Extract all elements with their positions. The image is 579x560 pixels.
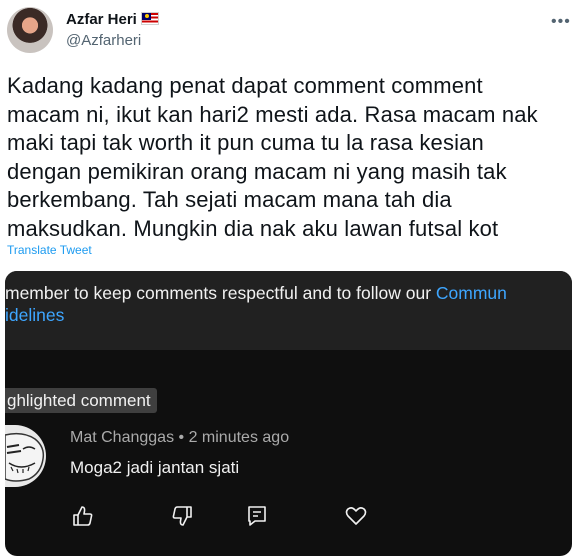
guidelines-text: member to keep comments respectful and t…	[5, 283, 436, 303]
comment-guidelines-banner: member to keep comments respectful and t…	[5, 271, 572, 350]
avatar[interactable]	[7, 7, 53, 53]
tweet-text-line: maki tapi tak worth it pun cuma tu la ra…	[7, 130, 484, 155]
tweet-text-line: macam ni, ikut kan hari2 mesti ada. Rasa…	[7, 101, 538, 127]
like-icon[interactable]	[71, 504, 95, 528]
meta-separator: •	[178, 429, 185, 446]
dislike-icon[interactable]	[170, 504, 194, 528]
translate-tweet-link[interactable]: Translate Tweet	[7, 243, 92, 257]
comment-time: 2 minutes ago	[188, 429, 290, 446]
commenter-avatar	[5, 425, 46, 487]
user-handle[interactable]: @Azfarheri	[66, 32, 141, 49]
reply-icon[interactable]	[245, 504, 269, 528]
malaysia-flag-icon	[141, 12, 159, 25]
tweet-text-line: berkembang. Tah sejati macam mana tah di…	[7, 187, 452, 212]
tweet-text-line: maksudkan. Mungkin dia nak aku lawan fut…	[7, 215, 499, 241]
tweet-text-line: dengan pemikiran orang macam ni yang mas…	[7, 158, 507, 184]
more-options-icon[interactable]: •••	[551, 13, 571, 31]
comment-text: Moga2 jadi jantan sjati	[70, 458, 240, 477]
attached-screenshot[interactable]: member to keep comments respectful and t…	[5, 271, 572, 556]
guidelines-link: Commun	[435, 283, 507, 303]
guidelines-link-continued: idelines	[5, 305, 65, 325]
comment-meta: Mat Changgas • 2 minutes ago	[70, 429, 289, 447]
display-name[interactable]: Azfar Heri	[66, 11, 137, 28]
tweet-text: Kadang kadang penat dapat comment commen…	[7, 72, 573, 243]
tweet-card: Azfar Heri @Azfarheri ••• Kadang kadang …	[0, 0, 579, 560]
heart-icon[interactable]	[344, 504, 368, 528]
tweet-text-line: Kadang kadang penat dapat comment commen…	[7, 73, 483, 98]
comment-author[interactable]: Mat Changgas	[70, 429, 174, 446]
highlighted-comment-badge: ghlighted comment	[5, 388, 157, 413]
